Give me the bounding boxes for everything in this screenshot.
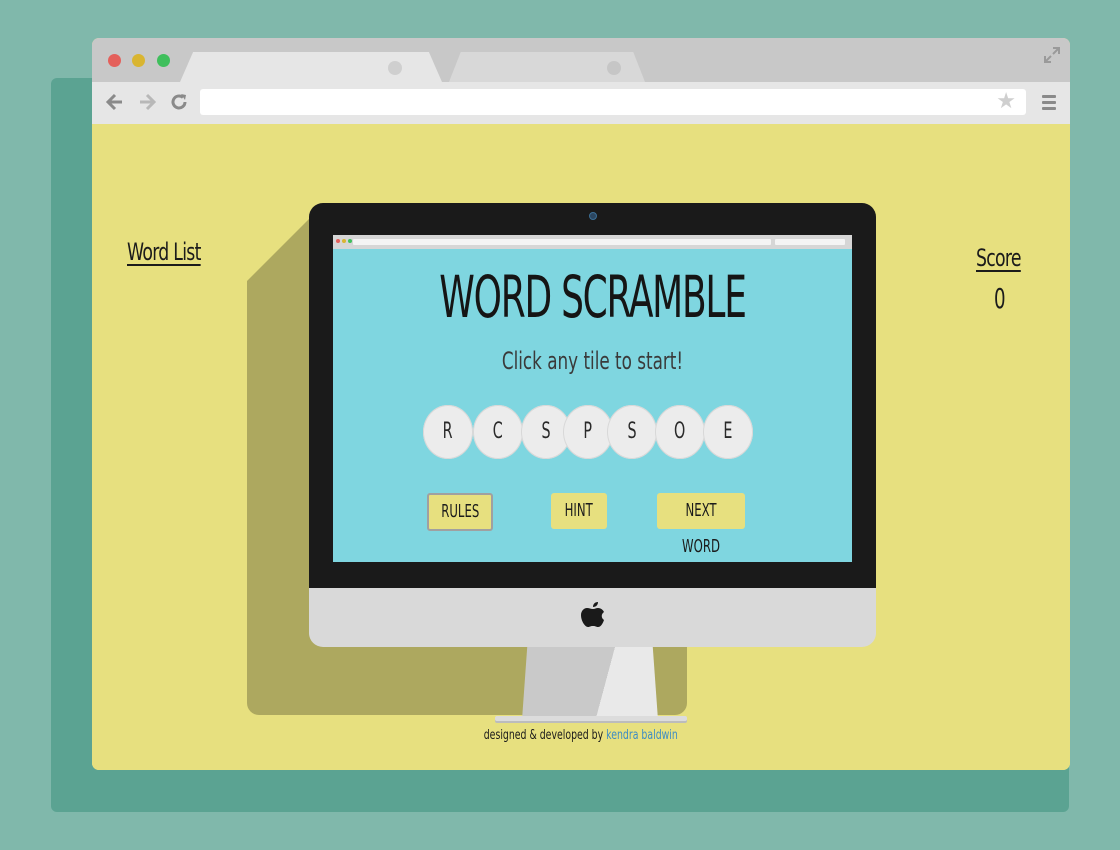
fullscreen-icon[interactable] [1042, 45, 1062, 65]
star-icon[interactable]: ★ [996, 90, 1016, 114]
letter-tile[interactable]: C [473, 405, 523, 459]
maximize-window-button[interactable] [157, 54, 170, 67]
author-link[interactable]: kendra baldwin [606, 728, 678, 743]
monitor-chin [309, 588, 876, 647]
hamburger-menu-icon[interactable] [1042, 95, 1056, 113]
letter-tile[interactable]: E [703, 405, 753, 459]
mini-close-dot [336, 239, 340, 243]
game-instruction: Click any tile to start! [501, 347, 684, 375]
address-bar[interactable]: ★ [200, 89, 1026, 115]
close-window-button[interactable] [108, 54, 121, 67]
tab-favicon [388, 61, 402, 75]
score-value: 0 [994, 282, 1006, 315]
tab-inactive[interactable] [449, 52, 645, 82]
minimize-window-button[interactable] [132, 54, 145, 67]
score-label: Score [976, 244, 1022, 272]
mini-browser-bar [333, 235, 852, 249]
next-word-button[interactable]: NEXT WORD [657, 493, 745, 557]
forward-arrow-icon[interactable] [136, 91, 158, 113]
monitor-bezel: WORD SCRAMBLE Click any tile to start! R… [309, 203, 876, 588]
browser-window: ★ Word List Score 0 WORD SCRAMBLE Click … [92, 38, 1070, 770]
back-arrow-icon[interactable] [104, 91, 126, 113]
letter-tiles: R C S P S O E [423, 405, 763, 461]
footer-credit: designed & developed by kendra baldwin [92, 728, 1070, 743]
game-title: WORD SCRAMBLE [439, 263, 747, 331]
letter-tile[interactable]: P [563, 405, 613, 459]
tab-bar [92, 38, 1070, 82]
tab-favicon [607, 61, 621, 75]
mini-search-bar [775, 239, 845, 245]
hint-button[interactable]: HINT [551, 493, 607, 529]
camera-icon [589, 212, 597, 220]
letter-tile[interactable]: O [655, 405, 705, 459]
mini-maximize-dot [348, 239, 352, 243]
word-list-link[interactable]: Word List [127, 238, 201, 266]
mini-minimize-dot [342, 239, 346, 243]
reload-icon[interactable] [168, 91, 190, 113]
rules-button[interactable]: RULES [427, 493, 493, 531]
page-content: Word List Score 0 WORD SCRAMBLE Click an… [92, 124, 1070, 770]
mini-address-bar [353, 239, 771, 245]
browser-toolbar: ★ [92, 82, 1070, 124]
monitor-stand-base [495, 716, 687, 721]
monitor-screen: WORD SCRAMBLE Click any tile to start! R… [333, 235, 852, 562]
credit-text: designed & developed by [483, 728, 604, 743]
letter-tile[interactable]: S [607, 405, 657, 459]
letter-tile[interactable]: R [423, 405, 473, 459]
apple-logo-icon [577, 600, 609, 634]
monitor-stand [522, 644, 658, 720]
tab-active[interactable] [180, 52, 442, 82]
